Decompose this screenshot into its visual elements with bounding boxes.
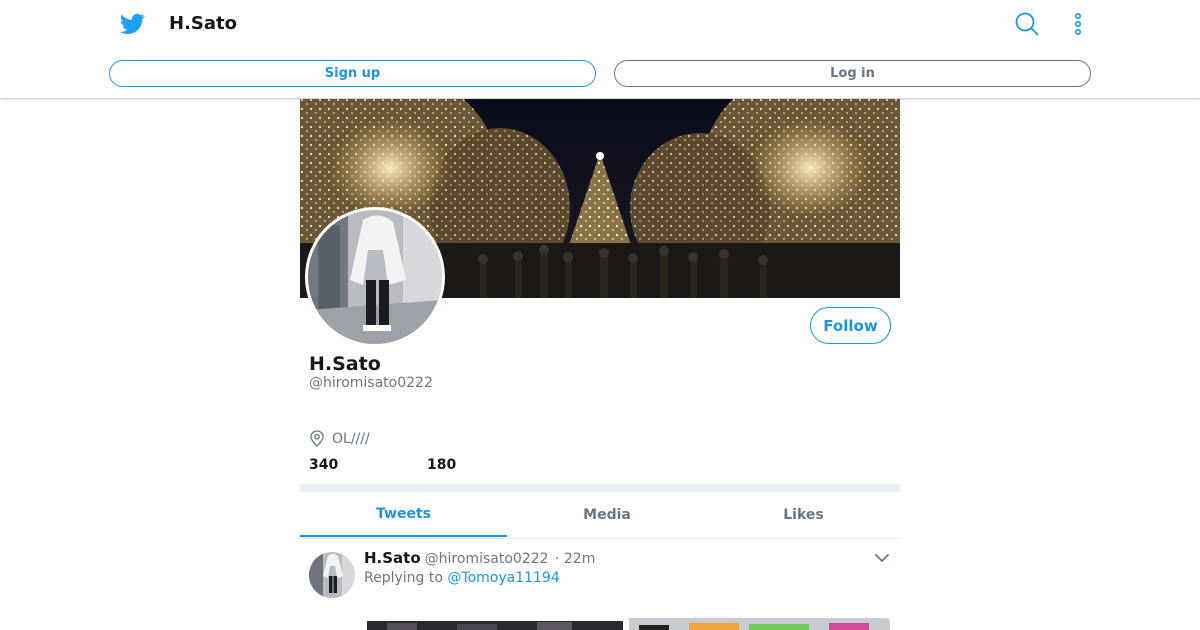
profile-tabs: Tweets Media Likes xyxy=(300,492,900,539)
log-in-button[interactable]: Log in xyxy=(614,60,1091,87)
profile-name: H.Sato xyxy=(309,353,381,375)
replying-to: Replying to @Tomoya11194 xyxy=(364,570,560,586)
search-icon[interactable] xyxy=(1015,12,1039,36)
profile-avatar[interactable] xyxy=(305,207,445,347)
tweet-author-handle[interactable]: @hiromisato0222 xyxy=(425,551,549,567)
tweet-timestamp[interactable]: · 22m xyxy=(555,551,595,567)
section-divider xyxy=(300,484,900,492)
top-bar: H.Sato Sign up Log in xyxy=(0,0,1200,99)
replying-to-label: Replying to xyxy=(364,570,443,586)
twitter-bird-icon[interactable] xyxy=(120,13,145,35)
more-options-icon[interactable] xyxy=(1066,12,1090,36)
tweet-media-image[interactable] xyxy=(367,618,623,630)
location-text: OL//// xyxy=(332,430,370,447)
app-title: H.Sato xyxy=(169,13,237,34)
chevron-down-icon[interactable] xyxy=(873,550,891,566)
tab-likes[interactable]: Likes xyxy=(707,492,900,537)
replying-to-link[interactable]: @Tomoya11194 xyxy=(447,570,559,586)
tweet-media-image[interactable] xyxy=(629,618,890,630)
profile-stat-count[interactable]: 180 xyxy=(427,457,456,473)
tweet-header: H.Sato @hiromisato0222 · 22m xyxy=(364,549,595,567)
follow-button[interactable]: Follow xyxy=(810,307,891,344)
profile-handle: @hiromisato0222 xyxy=(309,375,433,391)
sign-up-button[interactable]: Sign up xyxy=(109,60,596,87)
profile-stat-count[interactable]: 340 xyxy=(309,457,338,473)
tweet-avatar[interactable] xyxy=(309,552,355,598)
tab-tweets[interactable]: Tweets xyxy=(300,492,507,537)
location-pin-icon xyxy=(310,430,324,447)
tweet-author-name[interactable]: H.Sato xyxy=(364,549,421,567)
tab-media[interactable]: Media xyxy=(507,492,707,537)
profile-location: OL//// xyxy=(309,430,370,447)
